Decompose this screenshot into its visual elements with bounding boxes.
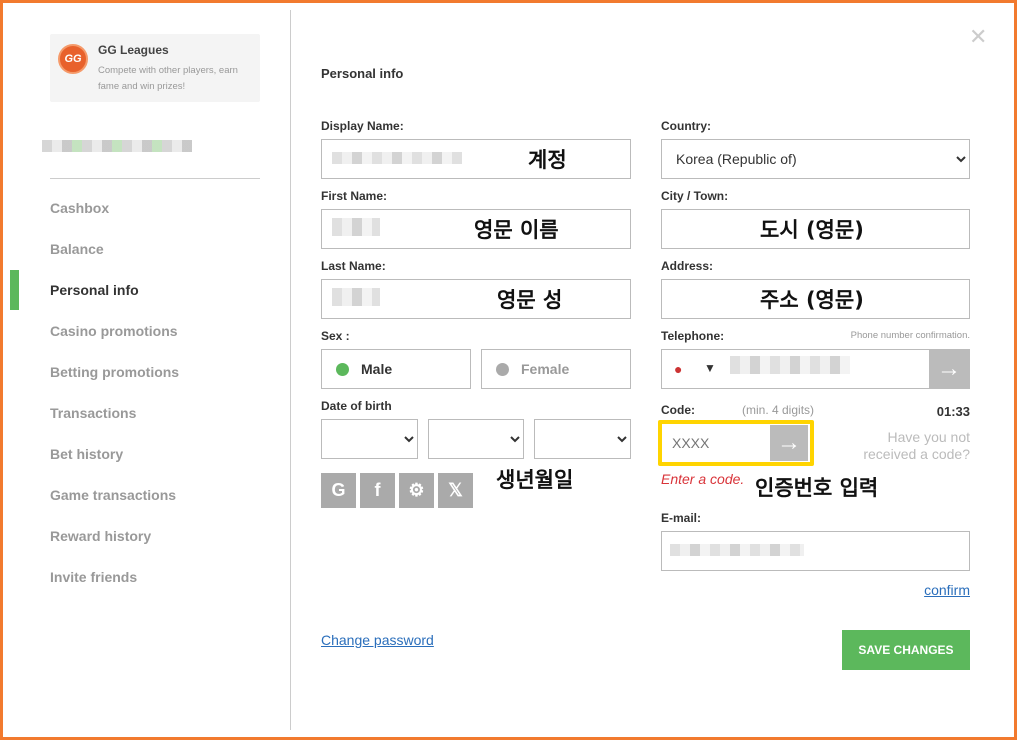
sidebar-item-casino-promotions[interactable]: Casino promotions xyxy=(50,323,178,339)
last-name-label: Last Name: xyxy=(321,259,386,273)
radio-selected-icon xyxy=(336,362,349,376)
code-input[interactable] xyxy=(663,425,771,461)
radio-unselected-icon xyxy=(496,362,509,376)
code-highlight-box: → xyxy=(658,420,814,466)
sidebar-item-transactions[interactable]: Transactions xyxy=(50,405,136,421)
resend-code-link[interactable]: Have you not received a code? xyxy=(840,429,970,463)
email-input[interactable] xyxy=(661,531,970,571)
sidebar-item-invite-friends[interactable]: Invite friends xyxy=(50,569,137,585)
sidebar-item-personal-info[interactable]: Personal info xyxy=(50,282,139,298)
sidebar-item-cashbox[interactable]: Cashbox xyxy=(50,200,109,216)
male-label: Male xyxy=(361,361,393,377)
address-label: Address: xyxy=(661,259,714,273)
dob-label: Date of birth xyxy=(321,399,392,413)
last-name-input[interactable] xyxy=(321,279,631,319)
save-changes-button[interactable]: SAVE CHANGES xyxy=(842,630,970,670)
first-name-label: First Name: xyxy=(321,189,388,203)
display-name-input[interactable] xyxy=(321,139,631,179)
facebook-icon[interactable]: f xyxy=(360,473,395,508)
female-label: Female xyxy=(521,361,570,377)
gg-leagues-promo[interactable]: GG GG Leagues Compete with other players… xyxy=(50,34,260,102)
annotation-address: 주소 (영문) xyxy=(760,288,864,312)
korea-flag-icon[interactable]: ● xyxy=(674,361,682,377)
sex-label: Sex : xyxy=(321,329,350,343)
promo-title: GG Leagues xyxy=(98,43,169,57)
send-code-button[interactable]: → xyxy=(929,350,969,388)
code-hint: (min. 4 digits) xyxy=(742,403,815,417)
gg-leagues-logo: GG xyxy=(58,44,88,74)
sidebar-item-bet-history[interactable]: Bet history xyxy=(50,446,123,462)
google-icon[interactable]: G xyxy=(321,473,356,508)
display-name-label: Display Name: xyxy=(321,119,404,133)
dob-day-select[interactable] xyxy=(321,419,418,459)
steam-icon[interactable]: ⚙ xyxy=(399,473,434,508)
email-label: E-mail: xyxy=(661,511,702,525)
change-password-link[interactable]: Change password xyxy=(321,632,434,648)
page-title: Personal info xyxy=(321,66,404,81)
telephone-input[interactable]: ● ▼ xyxy=(661,349,970,389)
code-timer: 01:33 xyxy=(936,404,970,419)
dob-year-select[interactable] xyxy=(534,419,631,459)
annotation-display-name: 계정 xyxy=(528,148,567,172)
username-blurred xyxy=(42,140,192,152)
dob-month-select[interactable] xyxy=(428,419,524,459)
telephone-hint: Phone number confirmation. xyxy=(850,330,970,341)
verify-code-button[interactable]: → xyxy=(770,425,808,461)
annotation-city: 도시 (영문) xyxy=(760,218,864,242)
sidebar-item-balance[interactable]: Balance xyxy=(50,241,104,257)
divider xyxy=(50,178,260,179)
sex-male-radio[interactable]: Male xyxy=(321,349,471,389)
active-indicator xyxy=(10,270,19,310)
code-error: Enter a code. xyxy=(661,471,745,487)
sidebar-item-reward-history[interactable]: Reward history xyxy=(50,528,151,544)
arrow-right-icon: → xyxy=(777,429,801,456)
arrow-right-icon: → xyxy=(937,355,961,382)
dropdown-triangle-icon[interactable]: ▼ xyxy=(704,361,716,375)
confirm-email-link[interactable]: confirm xyxy=(924,582,970,598)
code-label: Code: xyxy=(661,403,695,417)
telephone-label: Telephone: xyxy=(661,329,725,343)
city-label: City / Town: xyxy=(661,189,729,203)
x-icon[interactable]: 𝕏 xyxy=(438,473,473,508)
annotation-dob: 생년월일 xyxy=(496,468,574,492)
sidebar-item-game-transactions[interactable]: Game transactions xyxy=(50,487,176,503)
close-icon[interactable]: ✕ xyxy=(969,24,987,50)
sex-female-radio[interactable]: Female xyxy=(481,349,631,389)
annotation-first-name: 영문 이름 xyxy=(474,218,559,242)
annotation-code: 인증번호 입력 xyxy=(755,476,879,500)
promo-description: Compete with other players, earn fame an… xyxy=(98,65,238,92)
annotation-last-name: 영문 성 xyxy=(497,288,563,312)
country-select[interactable]: Korea (Republic of) xyxy=(661,139,970,179)
sidebar-item-betting-promotions[interactable]: Betting promotions xyxy=(50,364,179,380)
sidebar: GG GG Leagues Compete with other players… xyxy=(0,10,291,730)
country-label: Country: xyxy=(661,119,711,133)
